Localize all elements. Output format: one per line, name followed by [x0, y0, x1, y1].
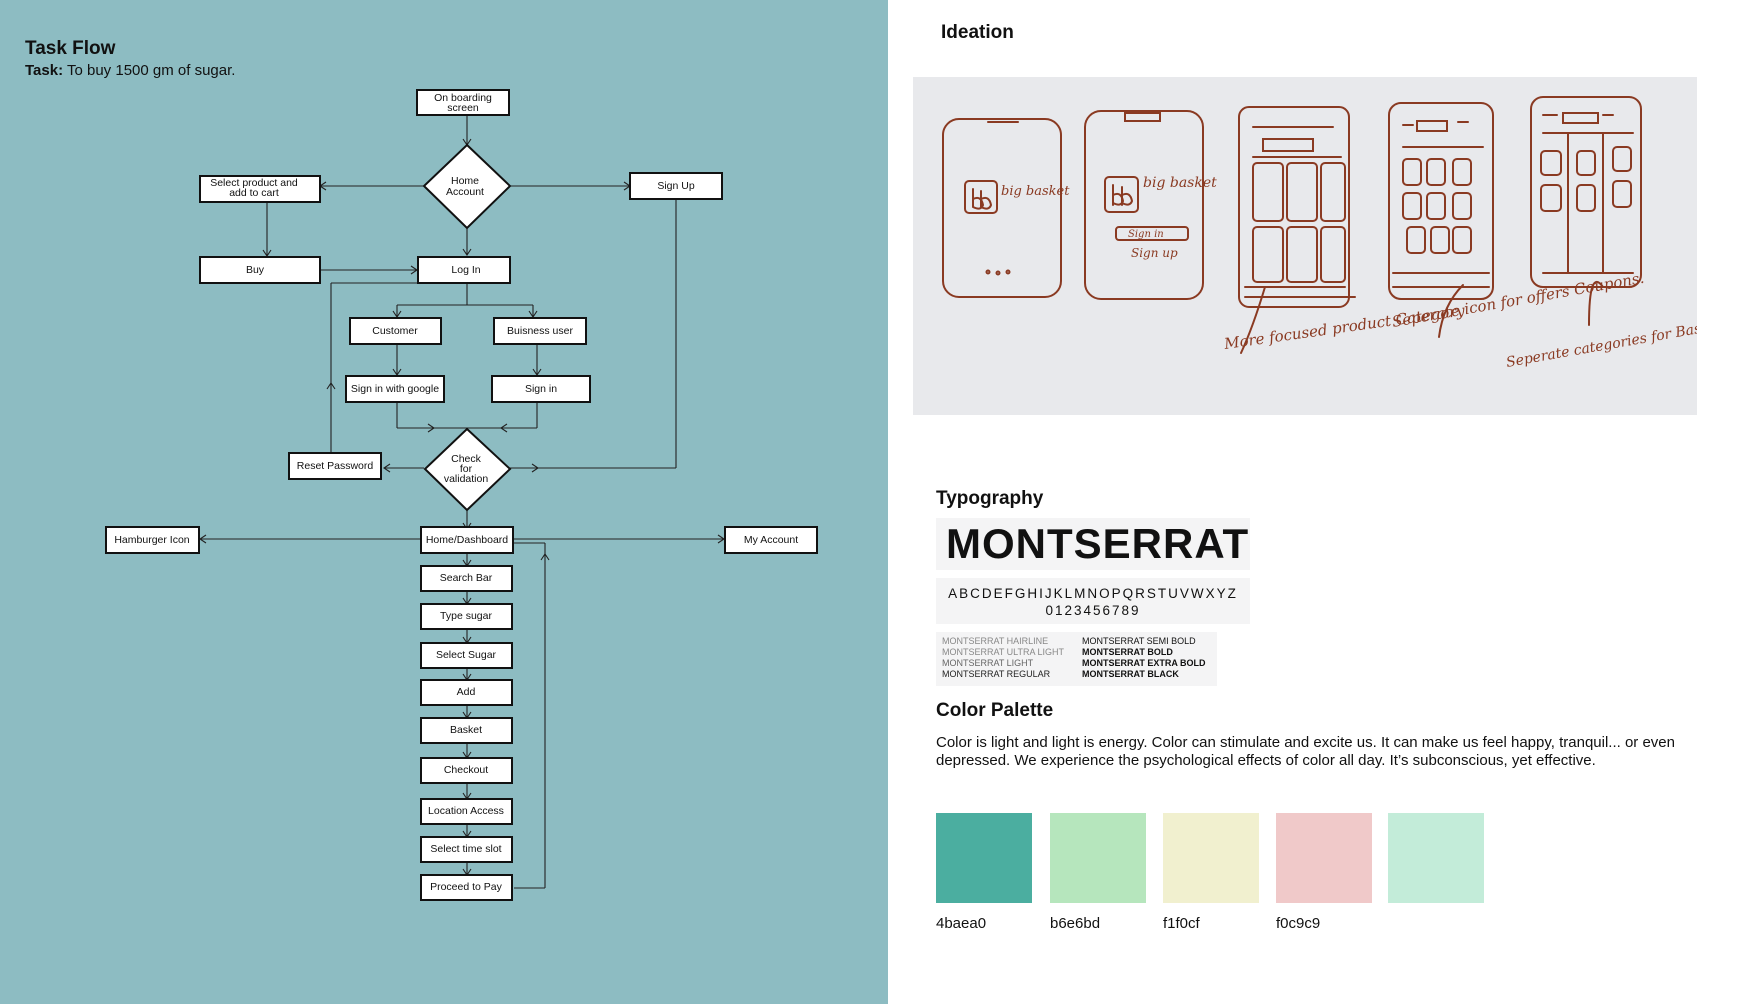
- swatch-5: [1388, 813, 1484, 903]
- font-weights-sample: MONTSERRAT HAIRLINE MONTSERRAT ULTRA LIG…: [936, 632, 1217, 686]
- node-location-access-label: Location Access: [428, 805, 504, 817]
- weight-black: MONTSERRAT BLACK: [1082, 669, 1179, 679]
- node-home-dashboard: Home/Dashboard: [420, 526, 514, 554]
- sketch-phone-3: [1238, 106, 1350, 308]
- sketch-phone-4: [1388, 102, 1494, 300]
- node-select-time-slot: Select time slot: [420, 836, 513, 863]
- swatch-4: [1276, 813, 1372, 903]
- node-sign-in: Sign in: [491, 375, 591, 403]
- weight-ultra-light: MONTSERRAT ULTRA LIGHT: [942, 647, 1065, 657]
- node-basket-label: Basket: [450, 724, 482, 736]
- weight-bold: MONTSERRAT BOLD: [1082, 647, 1173, 657]
- node-sign-up-label: Sign Up: [657, 180, 695, 192]
- task-flow-diagram: On boarding screen Home Account Select p…: [105, 89, 818, 901]
- sketch-note-brand-1: big basket: [1001, 184, 1070, 199]
- weights-left-column: MONTSERRAT HAIRLINE MONTSERRAT ULTRA LIG…: [942, 636, 1064, 680]
- node-basket: Basket: [420, 717, 513, 744]
- node-customer-label: Customer: [372, 325, 418, 337]
- node-buy: Buy: [199, 256, 321, 284]
- node-sign-in-google-label: Sign in with google: [351, 383, 439, 395]
- node-select-product-line2: add to cart: [229, 187, 279, 199]
- color-palette-title: Color Palette: [936, 700, 1054, 721]
- weight-regular: MONTSERRAT REGULAR: [942, 669, 1051, 679]
- node-my-account-label: My Account: [744, 534, 798, 546]
- node-business-user: Buisness user: [493, 317, 587, 345]
- node-type-sugar-label: Type sugar: [440, 610, 492, 622]
- ideation-title: Ideation: [941, 22, 1014, 43]
- color-palette-description: Color is light and light is energy. Colo…: [936, 734, 1675, 769]
- node-hamburger-label: Hamburger Icon: [114, 534, 189, 546]
- node-sign-up: Sign Up: [629, 172, 723, 200]
- node-add-label: Add: [457, 686, 476, 698]
- node-home-line2: Account: [446, 186, 484, 198]
- font-alphabet-sample: ABCDEFGHIJKLMNOPQRSTUVWXYZ 0123456789: [936, 578, 1250, 624]
- node-my-account: My Account: [724, 526, 818, 554]
- node-home-dashboard-label: Home/Dashboard: [426, 534, 508, 546]
- swatch-2-label: b6e6bd: [1050, 915, 1101, 932]
- node-log-in-label: Log In: [451, 264, 480, 276]
- node-home-account: Home Account: [422, 143, 512, 230]
- sketch-note-basket: Seperate categories for Basket.: [1505, 316, 1697, 371]
- weight-hairline: MONTSERRAT HAIRLINE: [942, 636, 1049, 646]
- weight-semi-bold: MONTSERRAT SEMI BOLD: [1082, 636, 1196, 646]
- swatch-2: [1050, 813, 1146, 903]
- swatch-3: [1163, 813, 1259, 903]
- sketch-note-sign-up: Sign up: [1131, 246, 1178, 260]
- node-buy-label: Buy: [246, 264, 265, 276]
- node-customer: Customer: [349, 317, 442, 345]
- node-reset-password-label: Reset Password: [297, 460, 374, 472]
- node-sign-in-label: Sign in: [525, 383, 557, 395]
- node-reset-password: Reset Password: [288, 452, 382, 480]
- node-check-line3: validation: [444, 473, 489, 485]
- node-log-in: Log In: [417, 256, 511, 284]
- swatch-4-label: f0c9c9: [1276, 915, 1321, 932]
- node-type-sugar: Type sugar: [420, 603, 513, 630]
- typography-title: Typography: [936, 488, 1044, 509]
- weight-light: MONTSERRAT LIGHT: [942, 658, 1034, 668]
- node-onboarding: On boarding screen: [416, 89, 510, 116]
- node-checkout: Checkout: [420, 757, 513, 784]
- sketch-note-sign-in: Sign in: [1128, 229, 1164, 240]
- weight-extra-bold: MONTSERRAT EXTRA BOLD: [1082, 658, 1206, 668]
- sketch-drawing: big basket big basket Sign in Sign up Mo…: [942, 96, 1729, 371]
- node-select-sugar-label: Select Sugar: [436, 649, 497, 661]
- swatch-1: [936, 813, 1032, 903]
- node-proceed-to-pay-label: Proceed to Pay: [430, 881, 503, 893]
- digits-text: 0123456789: [1045, 603, 1141, 618]
- node-search-bar: Search Bar: [420, 565, 513, 592]
- node-location-access: Location Access: [420, 798, 513, 825]
- node-select-product: Select product and add to cart: [199, 175, 321, 203]
- node-select-time-slot-label: Select time slot: [430, 843, 501, 855]
- sketch-phone-1: [942, 118, 1062, 298]
- node-add: Add: [420, 679, 513, 706]
- swatch-3-label: f1f0cf: [1163, 915, 1200, 932]
- alphabet-text: ABCDEFGHIJKLMNOPQRSTUVWXYZ: [948, 586, 1238, 601]
- node-select-sugar: Select Sugar: [420, 642, 513, 669]
- node-sign-in-google: Sign in with google: [345, 375, 445, 403]
- node-checkout-label: Checkout: [444, 764, 488, 776]
- sketch-phone-2: [1084, 110, 1204, 300]
- ideation-sketch: big basket big basket Sign in Sign up Mo…: [913, 77, 1729, 415]
- font-name-display: MONTSERRAT: [936, 518, 1250, 570]
- node-hamburger-icon: Hamburger Icon: [105, 526, 200, 554]
- node-proceed-to-pay: Proceed to Pay: [420, 874, 513, 901]
- swatch-1-label: 4baea0: [936, 915, 987, 932]
- node-search-bar-label: Search Bar: [440, 572, 493, 584]
- node-check-validation: Check for validation: [423, 427, 512, 512]
- node-onboarding-line2: screen: [447, 102, 479, 114]
- sketch-note-brand-2: big basket: [1143, 175, 1217, 191]
- sketch-phone-5: [1530, 96, 1642, 288]
- node-business-user-label: Buisness user: [507, 325, 573, 337]
- weights-right-column: MONTSERRAT SEMI BOLD MONTSERRAT BOLD MON…: [1082, 636, 1206, 680]
